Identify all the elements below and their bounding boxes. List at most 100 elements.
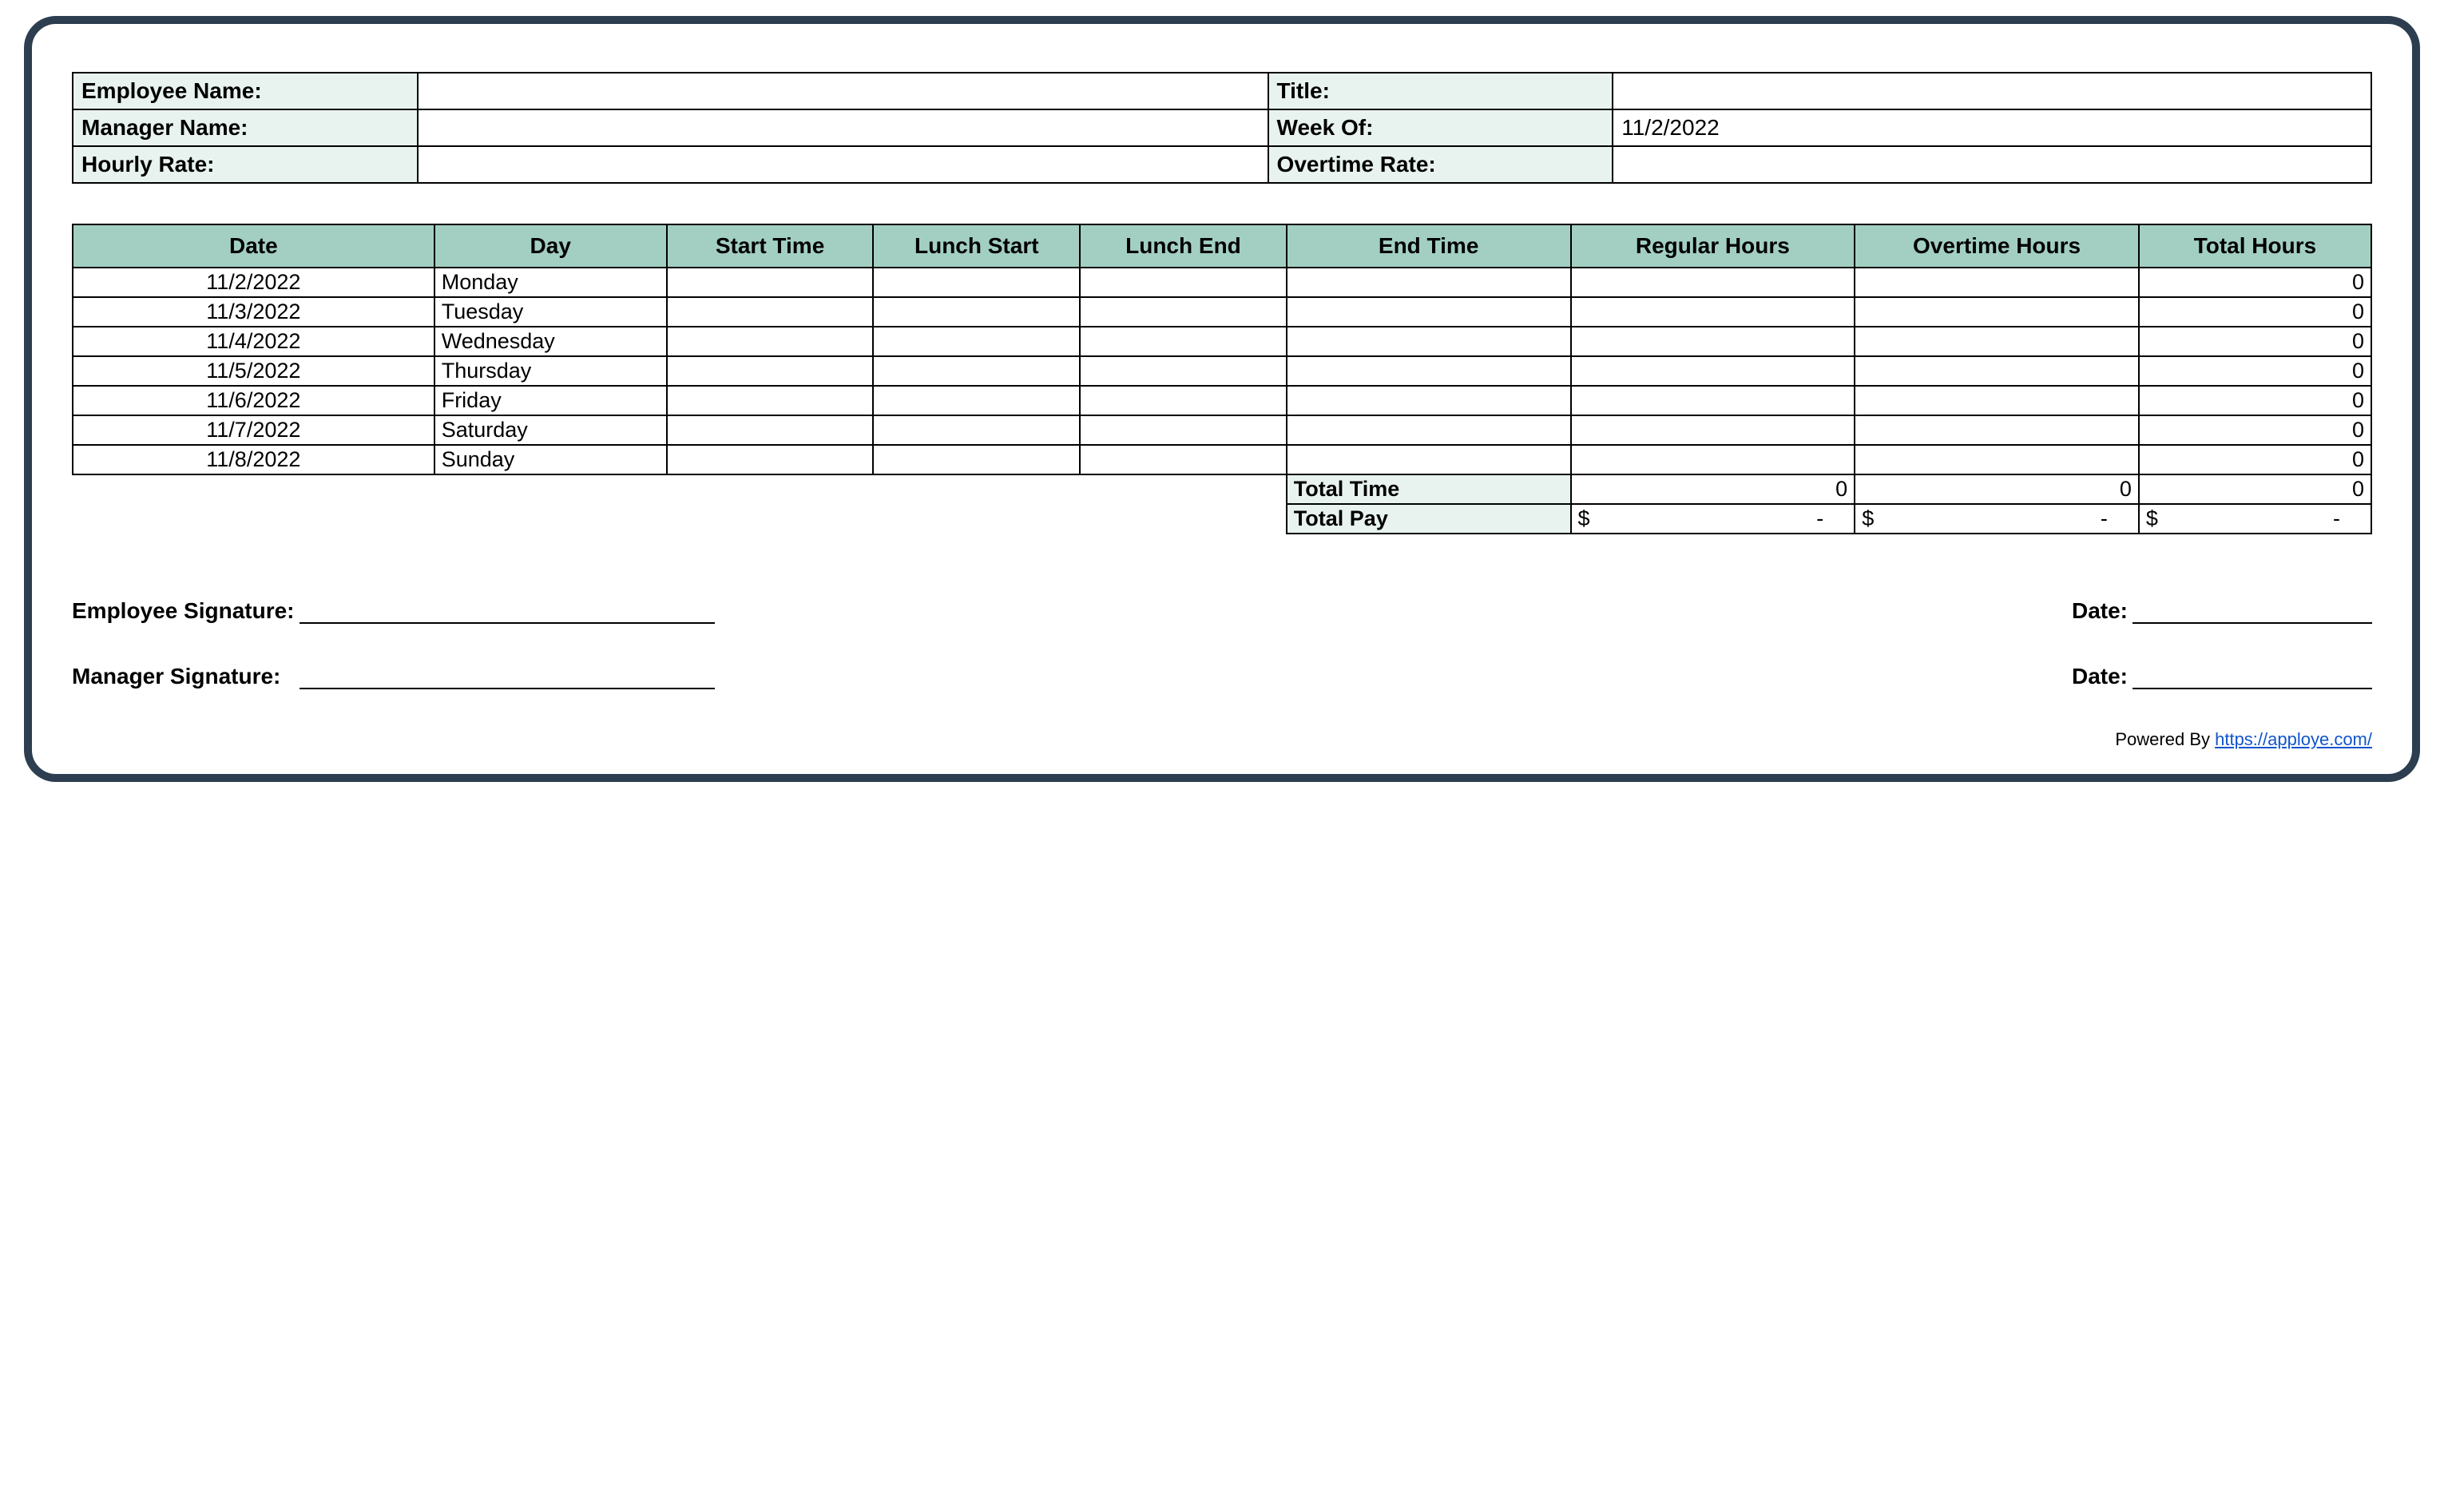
cell-start-time[interactable] — [667, 268, 874, 297]
employee-name-value[interactable] — [418, 73, 1268, 109]
employee-date-line[interactable] — [2133, 600, 2372, 624]
pay-dash: - — [2333, 506, 2364, 531]
cell-overtime-hours[interactable] — [1855, 327, 2139, 356]
cell-day[interactable]: Tuesday — [434, 297, 667, 327]
cell-lunch-end[interactable] — [1080, 268, 1287, 297]
col-lunch-end: Lunch End — [1080, 224, 1287, 268]
cell-lunch-end[interactable] — [1080, 445, 1287, 474]
cell-regular-hours[interactable] — [1571, 268, 1855, 297]
cell-lunch-start[interactable] — [873, 415, 1080, 445]
currency-symbol: $ — [2146, 506, 2158, 531]
manager-signature-row: Manager Signature: Date: — [72, 664, 2372, 689]
info-row-1: Employee Name: Title: — [73, 73, 2371, 109]
cell-regular-hours[interactable] — [1571, 415, 1855, 445]
cell-total-hours[interactable]: 0 — [2139, 297, 2371, 327]
cell-date[interactable]: 11/3/2022 — [73, 297, 434, 327]
cell-lunch-start[interactable] — [873, 268, 1080, 297]
cell-overtime-hours[interactable] — [1855, 386, 2139, 415]
week-of-value[interactable]: 11/2/2022 — [1613, 109, 2371, 146]
cell-day[interactable]: Sunday — [434, 445, 667, 474]
cell-lunch-end[interactable] — [1080, 327, 1287, 356]
col-lunch-start: Lunch Start — [873, 224, 1080, 268]
cell-end-time[interactable] — [1287, 415, 1571, 445]
cell-day[interactable]: Thursday — [434, 356, 667, 386]
cell-overtime-hours[interactable] — [1855, 268, 2139, 297]
cell-total-hours[interactable]: 0 — [2139, 415, 2371, 445]
info-row-2: Manager Name: Week Of: 11/2/2022 — [73, 109, 2371, 146]
cell-total-hours[interactable]: 0 — [2139, 356, 2371, 386]
cell-overtime-hours[interactable] — [1855, 356, 2139, 386]
cell-regular-hours[interactable] — [1571, 356, 1855, 386]
total-pay-total: $ - — [2139, 504, 2371, 534]
cell-regular-hours[interactable] — [1571, 386, 1855, 415]
timesheet-table: Date Day Start Time Lunch Start Lunch En… — [72, 224, 2372, 534]
overtime-rate-label: Overtime Rate: — [1268, 146, 1613, 183]
title-label: Title: — [1268, 73, 1613, 109]
cell-end-time[interactable] — [1287, 386, 1571, 415]
signature-section: Employee Signature: Date: Manager Signat… — [72, 598, 2372, 689]
cell-total-hours[interactable]: 0 — [2139, 445, 2371, 474]
cell-date[interactable]: 11/8/2022 — [73, 445, 434, 474]
footer-link[interactable]: https://apploye.com/ — [2215, 729, 2372, 749]
table-row: 11/3/2022Tuesday 0 — [73, 297, 2371, 327]
cell-overtime-hours[interactable] — [1855, 415, 2139, 445]
cell-lunch-end[interactable] — [1080, 356, 1287, 386]
cell-date[interactable]: 11/5/2022 — [73, 356, 434, 386]
cell-lunch-start[interactable] — [873, 327, 1080, 356]
manager-signature-line[interactable] — [300, 665, 715, 689]
cell-lunch-start[interactable] — [873, 386, 1080, 415]
cell-start-time[interactable] — [667, 445, 874, 474]
cell-start-time[interactable] — [667, 356, 874, 386]
cell-total-hours[interactable]: 0 — [2139, 386, 2371, 415]
cell-start-time[interactable] — [667, 297, 874, 327]
manager-name-value[interactable] — [418, 109, 1268, 146]
cell-start-time[interactable] — [667, 327, 874, 356]
cell-day[interactable]: Wednesday — [434, 327, 667, 356]
cell-lunch-end[interactable] — [1080, 415, 1287, 445]
cell-total-hours[interactable]: 0 — [2139, 268, 2371, 297]
footer: Powered By https://apploye.com/ — [72, 729, 2372, 750]
cell-total-hours[interactable]: 0 — [2139, 327, 2371, 356]
manager-signature-label: Manager Signature: — [72, 664, 280, 689]
pay-dash: - — [2101, 506, 2132, 531]
cell-end-time[interactable] — [1287, 327, 1571, 356]
overtime-rate-value[interactable] — [1613, 146, 2371, 183]
cell-day[interactable]: Friday — [434, 386, 667, 415]
cell-lunch-start[interactable] — [873, 445, 1080, 474]
cell-lunch-end[interactable] — [1080, 297, 1287, 327]
cell-date[interactable]: 11/2/2022 — [73, 268, 434, 297]
cell-lunch-end[interactable] — [1080, 386, 1287, 415]
footer-prefix: Powered By — [2115, 729, 2215, 749]
cell-end-time[interactable] — [1287, 297, 1571, 327]
cell-date[interactable]: 11/6/2022 — [73, 386, 434, 415]
pay-dash: - — [1816, 506, 1847, 531]
cell-overtime-hours[interactable] — [1855, 297, 2139, 327]
cell-lunch-start[interactable] — [873, 297, 1080, 327]
col-total-hours: Total Hours — [2139, 224, 2371, 268]
table-row: 11/4/2022Wednesday 0 — [73, 327, 2371, 356]
cell-regular-hours[interactable] — [1571, 327, 1855, 356]
total-pay-row: Total Pay $ - $ - $ - — [73, 504, 2371, 534]
cell-date[interactable]: 11/4/2022 — [73, 327, 434, 356]
title-value[interactable] — [1613, 73, 2371, 109]
cell-date[interactable]: 11/7/2022 — [73, 415, 434, 445]
cell-start-time[interactable] — [667, 415, 874, 445]
table-row: 11/6/2022Friday 0 — [73, 386, 2371, 415]
cell-day[interactable]: Monday — [434, 268, 667, 297]
cell-end-time[interactable] — [1287, 268, 1571, 297]
cell-lunch-start[interactable] — [873, 356, 1080, 386]
hourly-rate-value[interactable] — [418, 146, 1268, 183]
total-time-overtime: 0 — [1855, 474, 2139, 504]
cell-day[interactable]: Saturday — [434, 415, 667, 445]
cell-end-time[interactable] — [1287, 445, 1571, 474]
manager-date-line[interactable] — [2133, 665, 2372, 689]
employee-signature-line[interactable] — [300, 600, 715, 624]
cell-end-time[interactable] — [1287, 356, 1571, 386]
cell-overtime-hours[interactable] — [1855, 445, 2139, 474]
timesheet-document: Employee Name: Title: Manager Name: Week… — [24, 16, 2420, 782]
currency-symbol: $ — [1862, 506, 1874, 531]
cell-start-time[interactable] — [667, 386, 874, 415]
info-row-3: Hourly Rate: Overtime Rate: — [73, 146, 2371, 183]
cell-regular-hours[interactable] — [1571, 445, 1855, 474]
cell-regular-hours[interactable] — [1571, 297, 1855, 327]
